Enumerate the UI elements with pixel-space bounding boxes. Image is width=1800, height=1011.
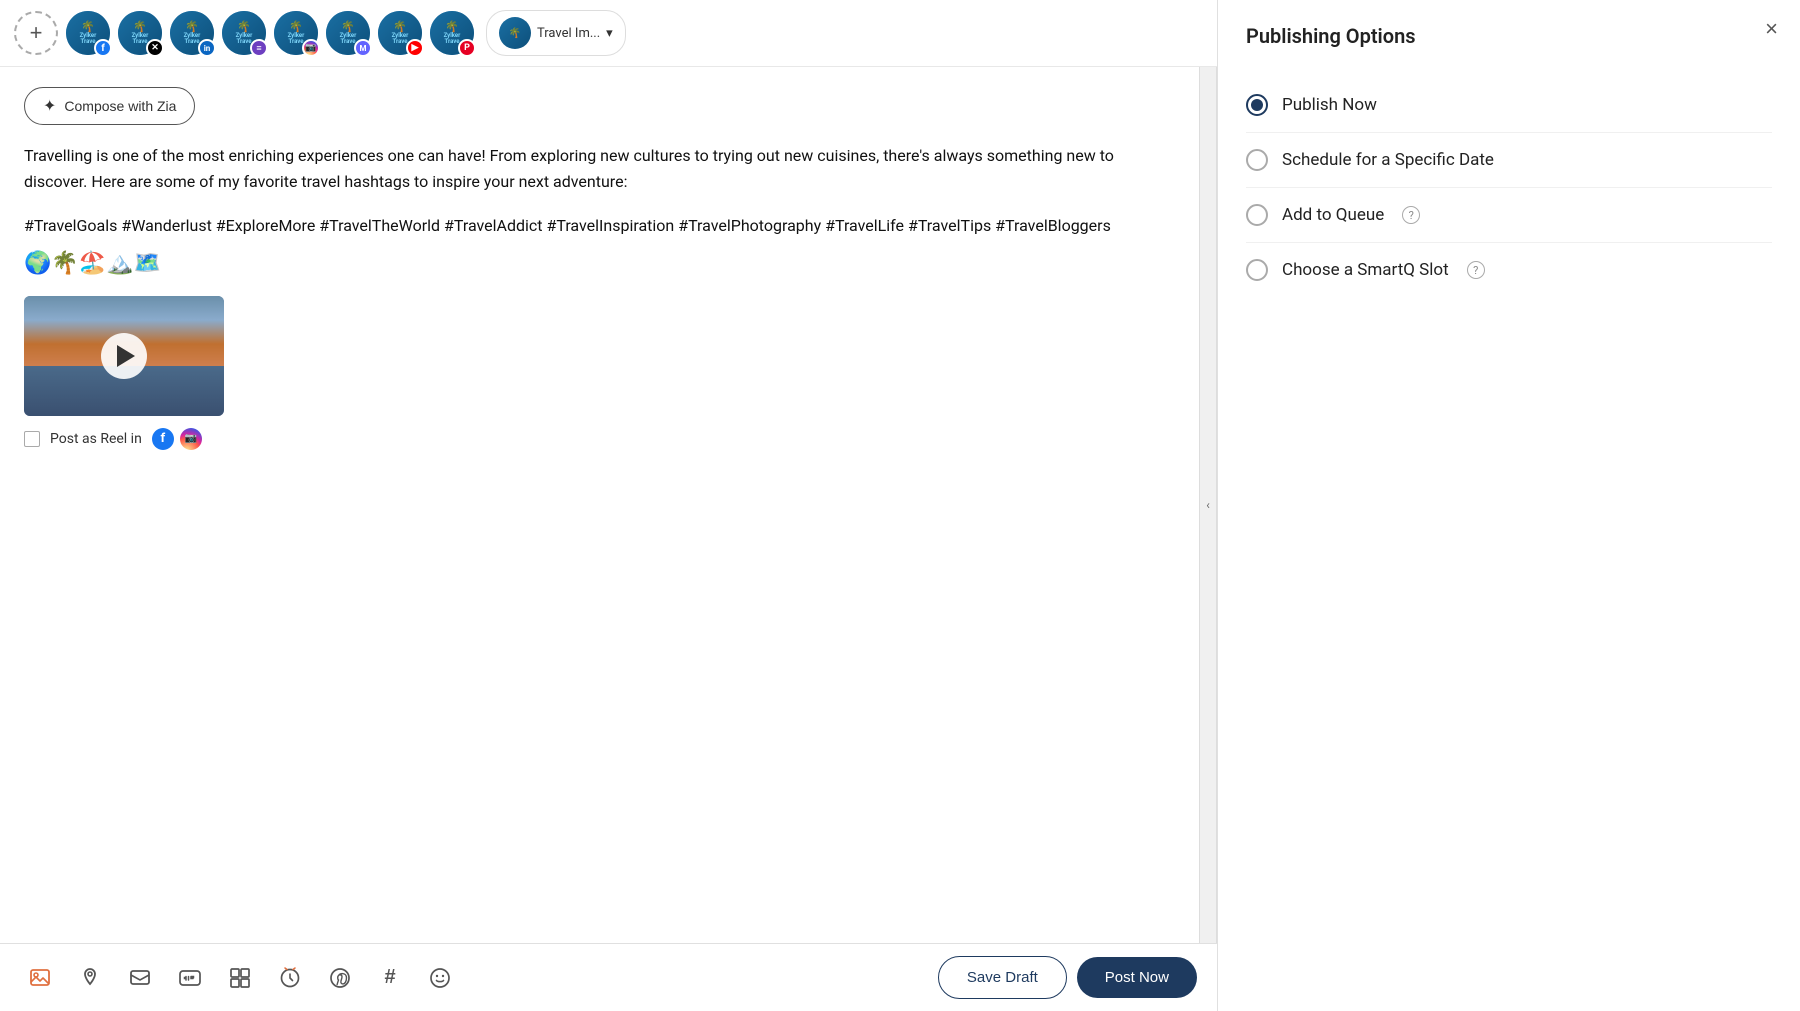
radio-schedule-date	[1246, 149, 1268, 171]
location-icon	[79, 967, 101, 989]
queue-help-icon[interactable]: ?	[1402, 206, 1420, 224]
option-label-schedule-date: Schedule for a Specific Date	[1282, 150, 1494, 170]
pt-badge: P	[458, 39, 476, 57]
bottom-toolbar: # Save Draft Post Now	[0, 943, 1217, 1011]
grid-icon	[229, 967, 251, 989]
bk-badge: ≡	[250, 39, 268, 57]
video-thumbnail[interactable]	[24, 296, 224, 416]
hashtag-tool-button[interactable]: #	[370, 958, 410, 998]
reel-icons: f 📷	[152, 428, 202, 450]
radio-add-queue	[1246, 204, 1268, 226]
yt-badge: ▶	[406, 39, 424, 57]
option-label-smartq: Choose a SmartQ Slot	[1282, 260, 1449, 280]
fb-badge: f	[94, 39, 112, 57]
reel-label: Post as Reel in	[50, 431, 142, 447]
save-draft-button[interactable]: Save Draft	[938, 956, 1067, 999]
play-button[interactable]	[101, 333, 147, 379]
mention-icon	[129, 967, 151, 989]
radio-inner-publish-now	[1251, 99, 1263, 111]
li-badge: in	[198, 39, 216, 57]
image-icon	[29, 967, 51, 989]
scroll-handle[interactable]: ‹	[1199, 67, 1217, 943]
zia-icon: ✦	[43, 96, 56, 116]
clock-icon	[279, 967, 301, 989]
ig-badge: 📷	[302, 39, 320, 57]
account-twitter[interactable]: 🌴 ZylkerTrave ✕	[118, 11, 162, 55]
grid-tool-button[interactable]	[220, 958, 260, 998]
pinterest-tool-button[interactable]	[320, 958, 360, 998]
pinterest-icon	[329, 967, 351, 989]
compose-zia-label: Compose with Zia	[64, 98, 176, 114]
post-text: Travelling is one of the most enriching …	[24, 143, 1175, 196]
post-now-button[interactable]: Post Now	[1077, 957, 1197, 998]
add-account-button[interactable]: +	[14, 11, 58, 55]
gif-icon	[179, 967, 201, 989]
account-youtube[interactable]: 🌴 ZylkerTrave ▶	[378, 11, 422, 55]
reel-fb-icon: f	[152, 428, 174, 450]
chevron-down-icon: ▾	[606, 26, 613, 41]
account-instagram[interactable]: 🌴 ZylkerTrave 📷	[274, 11, 318, 55]
emoji-icon	[429, 967, 451, 989]
hashtag-icon: #	[384, 966, 395, 989]
account-dropdown[interactable]: 🌴 Travel Im... ▾	[486, 10, 626, 56]
post-hashtags: #TravelGoals #Wanderlust #ExploreMore #T…	[24, 212, 1175, 239]
reel-checkbox[interactable]	[24, 431, 40, 447]
account-top-bar: + 🌴 ZylkerTrave f 🌴 ZylkerTrave ✕	[0, 0, 1217, 67]
location-tool-button[interactable]	[70, 958, 110, 998]
option-publish-now[interactable]: Publish Now	[1246, 78, 1772, 133]
dropdown-label: Travel Im...	[537, 26, 600, 41]
publishing-options-panel: Publishing Options × Publish Now Schedul…	[1218, 0, 1800, 1011]
reel-row: Post as Reel in f 📷	[24, 428, 1175, 450]
option-label-add-queue: Add to Queue	[1282, 205, 1384, 225]
image-tool-button[interactable]	[20, 958, 60, 998]
panel-title: Publishing Options	[1246, 24, 1772, 48]
option-smartq[interactable]: Choose a SmartQ Slot ?	[1246, 243, 1772, 297]
mention-tool-button[interactable]	[120, 958, 160, 998]
option-label-publish-now: Publish Now	[1282, 95, 1377, 115]
schedule-tool-button[interactable]	[270, 958, 310, 998]
post-emojis: 🌍🌴🏖️🏔️🗺️	[24, 251, 1175, 276]
emoji-tool-button[interactable]	[420, 958, 460, 998]
smartq-help-icon[interactable]: ?	[1467, 261, 1485, 279]
reel-ig-icon: 📷	[180, 428, 202, 450]
mp-badge: M	[354, 39, 372, 57]
account-pinterest[interactable]: 🌴 ZylkerTrave P	[430, 11, 474, 55]
radio-smartq	[1246, 259, 1268, 281]
compose-zia-button[interactable]: ✦ Compose with Zia	[24, 87, 195, 125]
account-facebook[interactable]: 🌴 ZylkerTrave f	[66, 11, 110, 55]
close-button[interactable]: ×	[1765, 18, 1778, 40]
x-badge: ✕	[146, 39, 164, 57]
gif-tool-button[interactable]	[170, 958, 210, 998]
scroll-chevron-icon: ‹	[1206, 498, 1210, 512]
account-mastodon[interactable]: 🌴 ZylkerTrave M	[326, 11, 370, 55]
account-bulk[interactable]: 🌴 ZylkerTrave ≡	[222, 11, 266, 55]
option-schedule-date[interactable]: Schedule for a Specific Date	[1246, 133, 1772, 188]
account-linkedin[interactable]: 🌴 ZylkerTrave in	[170, 11, 214, 55]
radio-publish-now	[1246, 94, 1268, 116]
option-add-queue[interactable]: Add to Queue ?	[1246, 188, 1772, 243]
compose-area: ✦ Compose with Zia Travelling is one of …	[0, 67, 1199, 943]
